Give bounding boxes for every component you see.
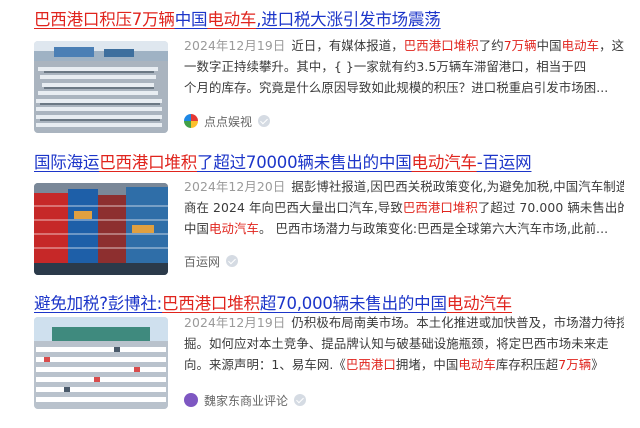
result-thumbnail-containers[interactable] xyxy=(34,183,168,275)
source-name: 点点娱视 xyxy=(204,114,253,129)
snippet-text: 中国 xyxy=(184,221,209,236)
snippet-text: 库存积压超 xyxy=(495,357,559,372)
result-snippet: 2024年12月20日 据彭博社报道,因巴西关税政策变化,为避免加税,中国汽车制造… xyxy=(184,176,624,239)
snippet-text: 向。来源声明：1、易车网.《 xyxy=(184,357,346,372)
title-segment: 超70,000辆未售出的中国 xyxy=(259,294,447,313)
snippet-text: 据彭博社报道,因巴西关税政策变化,为避免加税,中国汽车制造 xyxy=(291,179,624,194)
title-segment: 避免加税?彭博社: xyxy=(34,294,163,313)
verified-badge-icon xyxy=(294,394,307,406)
title-segment: 中国 xyxy=(174,10,208,29)
highlight-term: 电动车 xyxy=(561,38,600,53)
snippet-text: 。 巴西市场潜力与政策变化:巴西是全球第六大汽车市场,此前... xyxy=(258,221,609,236)
snippet-text: 一数字正持续攀升。其中，{ }一家就有约3.5万辆车滞留港口，相当于四 xyxy=(184,59,587,74)
highlight-term: 巴西港口堆积 xyxy=(403,38,479,53)
snippet-text: 个月的库存。究竟是什么原因导致如此规模的积压？进口税重启引发市场困... xyxy=(184,80,609,95)
snippet-text: 商在 2024 年向巴西大量出口汽车,导致 xyxy=(184,200,403,215)
title-segment: 了超过70000辆未售出的中国 xyxy=(197,153,412,172)
result-source[interactable]: 魏家东商业评论 xyxy=(184,391,307,409)
snippet-text: 掘。如何应对本土竞争、提品牌认知与破基础设施瓶颈，将定巴西市场未来走 xyxy=(184,336,609,351)
title-segment: 电动汽车 xyxy=(446,294,512,313)
title-segment: 巴西港口积压7万辆 xyxy=(34,10,175,29)
verified-badge-icon xyxy=(226,255,239,267)
source-logo-icon xyxy=(184,114,198,128)
result-title-link[interactable]: 国际海运巴西港口堆积了超过70000辆未售出的中国电动汽车-百运网 xyxy=(34,151,634,175)
snippet-text: 了约 xyxy=(478,38,504,53)
highlight-term: 7万辆 xyxy=(503,38,537,53)
snippet-text: 近日，有媒体报道， xyxy=(291,38,404,53)
highlight-term: 巴西港口堆积 xyxy=(402,200,478,215)
title-segment: 巴西港口堆积 xyxy=(99,153,198,172)
result-snippet: 2024年12月19日 近日，有媒体报道，巴西港口堆积了约7万辆中国电动车，这 一… xyxy=(184,35,624,98)
snippet-text: 拥堵，中国 xyxy=(395,357,459,372)
snippet-text: 了超过 70.000 辆未售出的 xyxy=(477,200,624,215)
title-segment: 电动汽车 xyxy=(411,153,477,172)
result-thumbnail-car-lot[interactable] xyxy=(34,317,168,409)
highlight-term: 电动车 xyxy=(458,357,496,372)
title-segment: ,进口税大涨引发市场震荡 xyxy=(256,10,441,29)
source-name: 魏家东商业评论 xyxy=(204,393,289,408)
result-thumbnail-port-cars[interactable] xyxy=(34,41,168,133)
result-date: 2024年12月19日 xyxy=(184,38,286,53)
highlight-term: 巴西港口 xyxy=(345,357,396,372)
title-segment: -百运网 xyxy=(476,153,532,172)
result-source[interactable]: 百运网 xyxy=(184,252,239,270)
result-title-link[interactable]: 巴西港口积压7万辆中国电动车,进口税大涨引发市场震荡 xyxy=(34,8,634,32)
result-date: 2024年12月20日 xyxy=(184,179,286,194)
snippet-text: ，这 xyxy=(599,38,624,53)
verified-badge-icon xyxy=(258,115,271,127)
snippet-text: 仍积极布局南美市场。本土化推进或加快普及，市场潜力待挖 xyxy=(291,315,624,330)
title-segment: 国际海运 xyxy=(34,153,100,172)
title-segment: 电动车 xyxy=(207,10,257,29)
snippet-text: 中国 xyxy=(536,38,562,53)
result-date: 2024年12月19日 xyxy=(184,315,286,330)
highlight-term: 电动汽车 xyxy=(208,221,259,236)
source-logo-icon xyxy=(184,393,198,407)
highlight-term: 7万辆 xyxy=(558,357,592,372)
title-segment: 巴西港口堆积 xyxy=(162,294,260,313)
snippet-text: 》 xyxy=(591,357,604,372)
result-snippet: 2024年12月19日 仍积极布局南美市场。本土化推进或加快普及，市场潜力待挖 掘… xyxy=(184,312,624,375)
result-source[interactable]: 点点娱视 xyxy=(184,112,271,130)
source-name: 百运网 xyxy=(184,254,221,269)
